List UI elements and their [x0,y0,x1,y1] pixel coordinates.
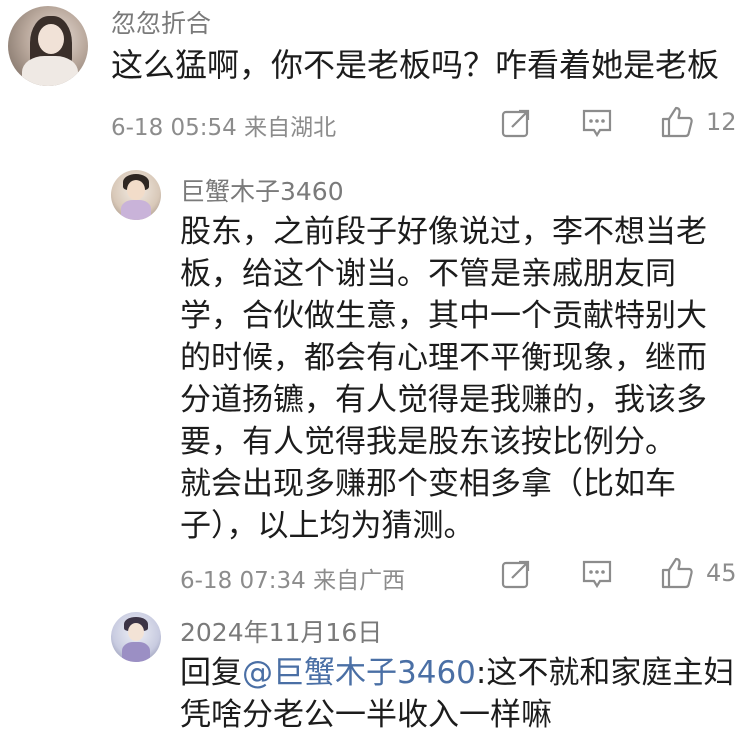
comment-location: 来自湖北 [244,115,337,141]
reply-text-line: 凭啥分老公一半收入一样嘛 [180,697,552,733]
comment-username[interactable]: 忽忽折合 [111,4,211,40]
like-count: 45 [706,559,737,587]
reply-text-line: 子），以上均为猜测。 [180,508,475,544]
reply-text: 股东，之前段子好像说过，李不想当老 板，给这个谢当。不管是亲戚朋友同 学，合伙做… [180,211,707,547]
reply-text-line: 就会出现多赚那个变相多拿（比如车 [180,466,676,502]
reply-text-line: 的时候，都会有心理不平衡现象，继而 [180,340,707,376]
reply-meta: 6-18 07:34 来自广西 [180,561,405,595]
avatar[interactable] [8,6,88,86]
mention-link[interactable]: @巨蟹木子3460 [242,655,476,691]
thumbs-up-icon[interactable] [660,556,694,590]
reply-text-rest: :这不就和家庭主妇 [475,655,735,691]
comment-meta: 6-18 05:54 来自湖北 [111,108,336,142]
reply-time: 6-18 07:34 [180,568,306,594]
reply-text-line: 股东，之前段子好像说过，李不想当老 [180,214,707,250]
reply-date: 2024年11月16日 [180,618,383,647]
comment-text: 这么猛啊，你不是老板吗？咋看着她是老板 [111,46,720,84]
share-icon[interactable] [500,558,532,590]
reply-text-line: 学，合伙做生意，其中一个贡献特别大 [180,298,707,334]
reply-prefix: 回复 [180,655,242,691]
reply-username[interactable]: 巨蟹木子3460 [180,172,344,208]
avatar[interactable] [111,170,161,220]
reply-text-line: 回复@巨蟹木子3460:这不就和家庭主妇 [180,652,734,694]
like-count: 12 [706,108,737,136]
comment-time: 6-18 05:54 [111,115,237,141]
comment-icon[interactable] [581,107,613,139]
reply-text: 回复@巨蟹木子3460:这不就和家庭主妇 凭啥分老公一半收入一样嘛 [180,652,734,736]
reply-text-line: 要，有人觉得我是股东该按比例分。 [180,424,676,460]
reply-location: 来自广西 [313,568,406,594]
avatar[interactable] [111,612,161,662]
reply-text-line: 板，给这个谢当。不管是亲戚朋友同 [180,256,676,292]
thumbs-up-icon[interactable] [660,105,694,139]
reply-text-line: 分道扬镳，有人觉得是我赚的，我该多 [180,382,707,418]
share-icon[interactable] [500,107,532,139]
comment-icon[interactable] [581,558,613,590]
